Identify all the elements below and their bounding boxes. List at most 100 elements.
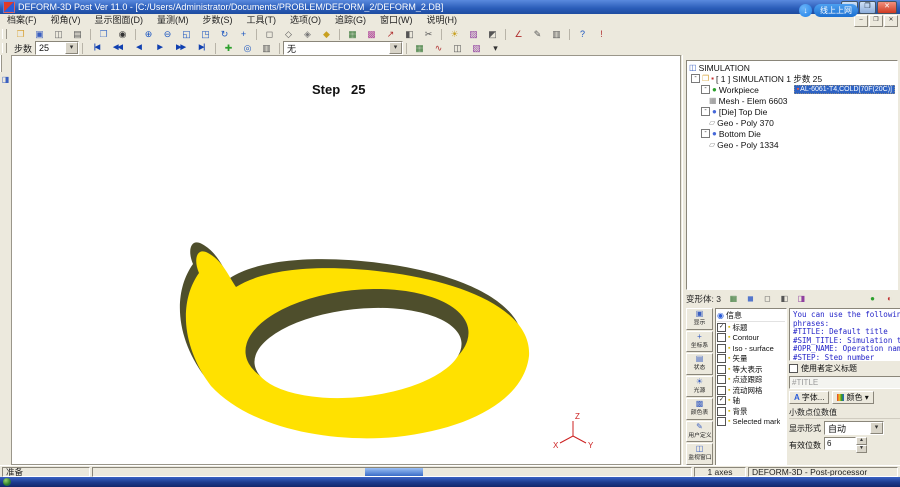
body-visible-icon[interactable]: ● xyxy=(865,292,880,306)
last-step-icon[interactable]: ▶| xyxy=(192,41,211,55)
custom-title-input[interactable] xyxy=(789,376,900,389)
show-slice-icon[interactable]: ◧ xyxy=(777,292,792,306)
save-image-icon[interactable]: ◫ xyxy=(50,27,67,41)
user-title-checkbox[interactable] xyxy=(789,364,798,373)
tree-row[interactable]: ▦ Mesh - Elem 6603 xyxy=(687,95,897,106)
summary-icon[interactable]: ◫ xyxy=(449,41,466,55)
display-option-row[interactable]: ✓ ▪ 轴 xyxy=(717,396,785,407)
color-button[interactable]: 颜色 ▾ xyxy=(832,391,874,404)
panel-tab-colormap[interactable]: ▩ 颜色表 xyxy=(686,398,713,420)
display-option-row[interactable]: ▪ Iso - surface xyxy=(717,343,785,354)
menu-file[interactable]: 档案(F) xyxy=(0,14,44,27)
zoom-window-icon[interactable]: ◱ xyxy=(178,27,195,41)
vector-display-icon[interactable]: ↗ xyxy=(382,27,399,41)
chevron-down-icon[interactable]: ▾ xyxy=(870,422,883,434)
save-icon[interactable]: ▣ xyxy=(31,27,48,41)
rotate-view-icon[interactable]: ↻ xyxy=(216,27,233,41)
panel-tab-display[interactable]: ▣ 显示 xyxy=(686,308,713,330)
menu-options[interactable]: 选项(O) xyxy=(283,14,328,27)
checkbox[interactable] xyxy=(717,364,726,374)
state-variable-icon[interactable]: ▦ xyxy=(411,41,428,55)
dock-tool-icon[interactable]: ◨ xyxy=(1,75,10,84)
display-option-row[interactable]: ✓ ▪ 标题 xyxy=(717,322,785,333)
workpiece-3d-view[interactable]: Z X Y xyxy=(12,56,680,464)
close-button[interactable]: ✕ xyxy=(877,0,897,14)
font-button[interactable]: A 字体... xyxy=(789,391,830,404)
tree-row[interactable]: - ● [Die] Top Die xyxy=(687,106,897,117)
tree-row[interactable]: ▱ Geo - Poly 1334 xyxy=(687,139,897,150)
body-state-icon[interactable]: ◐ xyxy=(882,292,897,306)
menu-display[interactable]: 显示图面(D) xyxy=(88,14,151,27)
graph-icon[interactable]: ∿ xyxy=(430,41,447,55)
first-step-icon[interactable]: |◀ xyxy=(87,41,106,55)
state-variable-selector[interactable]: 无 ▾ xyxy=(283,41,404,55)
online-badge-label[interactable]: 线上上网 xyxy=(814,4,858,17)
open-database-icon[interactable]: ❐ xyxy=(12,27,29,41)
download-icon[interactable]: ↓ xyxy=(799,4,812,17)
toolbar-grip[interactable] xyxy=(2,29,7,39)
zoom-out-icon[interactable]: ⊖ xyxy=(159,27,176,41)
start-orb-icon[interactable] xyxy=(3,478,11,486)
graphics-viewport[interactable]: Step 25 Z X Y xyxy=(11,55,681,465)
background-icon[interactable]: ◩ xyxy=(484,27,501,41)
display-option-row[interactable]: ▪ 矢量 xyxy=(717,354,785,365)
zoom-in-icon[interactable]: ⊕ xyxy=(140,27,157,41)
about-icon[interactable]: ! xyxy=(593,27,610,41)
tree-row[interactable]: - ● Bottom Die xyxy=(687,128,897,139)
wireframe-mode-icon[interactable]: ◈ xyxy=(299,27,316,41)
checkbox[interactable]: ✓ xyxy=(717,322,726,332)
animation-setup-icon[interactable]: ▥ xyxy=(258,41,275,55)
online-overlay-badge[interactable]: ↓ 线上上网 xyxy=(799,4,858,17)
panel-tab-state[interactable]: ▤ 状态 xyxy=(686,353,713,375)
panel-tab-light[interactable]: ☀ 光源 xyxy=(686,375,713,398)
checkbox[interactable]: ✓ xyxy=(717,396,726,406)
menu-window[interactable]: 窗口(W) xyxy=(373,14,420,27)
checkbox[interactable] xyxy=(717,406,726,416)
tree-expander-icon[interactable]: - xyxy=(701,85,710,94)
checkbox[interactable] xyxy=(717,417,726,427)
step-selector[interactable]: 25 ▾ xyxy=(35,41,80,55)
add-step-icon[interactable]: ✚ xyxy=(220,41,237,55)
chevron-down-icon[interactable]: ▾ xyxy=(389,42,403,54)
tree-expander-icon[interactable]: - xyxy=(701,107,710,116)
extract-data-icon[interactable]: ▧ xyxy=(468,41,485,55)
fast-backward-icon[interactable]: ◀◀ xyxy=(108,41,127,55)
display-option-row[interactable]: ▪ Contour xyxy=(717,333,785,344)
windows-taskbar[interactable] xyxy=(0,477,900,487)
clipping-icon[interactable]: ✂ xyxy=(420,27,437,41)
measure-icon[interactable]: ∠ xyxy=(510,27,527,41)
panel-tab-user-defined[interactable]: ✎ 用户定义 xyxy=(686,420,713,443)
display-option-row[interactable]: ▪ 等大表示 xyxy=(717,364,785,375)
step-forward-icon[interactable]: ▶ xyxy=(150,41,169,55)
tree-expander-icon[interactable]: - xyxy=(691,74,700,83)
annotation-icon[interactable]: ✎ xyxy=(529,27,546,41)
fast-forward-icon[interactable]: ▶▶ xyxy=(171,41,190,55)
show-transparent-icon[interactable]: ◨ xyxy=(794,292,809,306)
print-icon[interactable]: ▤ xyxy=(69,27,86,41)
checkbox[interactable] xyxy=(717,333,726,343)
display-option-row[interactable]: ▪ 点迹跟踪 xyxy=(717,375,785,386)
shaded-mode-icon[interactable]: ◆ xyxy=(318,27,335,41)
selected-material-node[interactable]: ▪ AL-6061-T4,COLD[70F(20C)] xyxy=(793,85,895,94)
tree-expander-icon[interactable]: - xyxy=(701,129,710,138)
snapshot-camera-icon[interactable]: ◉ xyxy=(114,27,131,41)
mdi-restore-button[interactable]: ❐ xyxy=(869,14,883,27)
show-mesh-icon[interactable]: ▦ xyxy=(726,292,741,306)
menu-help[interactable]: 说明(H) xyxy=(420,14,465,27)
checkbox[interactable] xyxy=(717,375,726,385)
spin-down-icon[interactable]: ▼ xyxy=(856,445,867,453)
tree-row[interactable]: - ● Workpiece ▪ AL-6061-T4,COLD[70F(20C)] xyxy=(687,84,897,95)
format-selector[interactable]: 自动 ▾ xyxy=(824,421,884,435)
tree-row[interactable]: - ❐ ▪[ 1 ] SIMULATION 1 步数 25 xyxy=(687,73,897,84)
toolbar-grip[interactable] xyxy=(2,43,7,53)
mdi-close-button[interactable]: ✕ xyxy=(884,14,898,27)
maximize-button[interactable]: ❐ xyxy=(859,0,876,14)
display-option-row[interactable]: ▪ 流动网格 xyxy=(717,385,785,396)
view-front-icon[interactable]: ◻ xyxy=(261,27,278,41)
checkbox[interactable] xyxy=(717,343,726,353)
show-wireframe-icon[interactable]: ◻ xyxy=(760,292,775,306)
color-palette-icon[interactable]: ▨ xyxy=(465,27,482,41)
tree-row[interactable]: ◫ SIMULATION xyxy=(687,62,897,73)
menu-view[interactable]: 视角(V) xyxy=(44,14,88,27)
zoom-fit-icon[interactable]: ◳ xyxy=(197,27,214,41)
